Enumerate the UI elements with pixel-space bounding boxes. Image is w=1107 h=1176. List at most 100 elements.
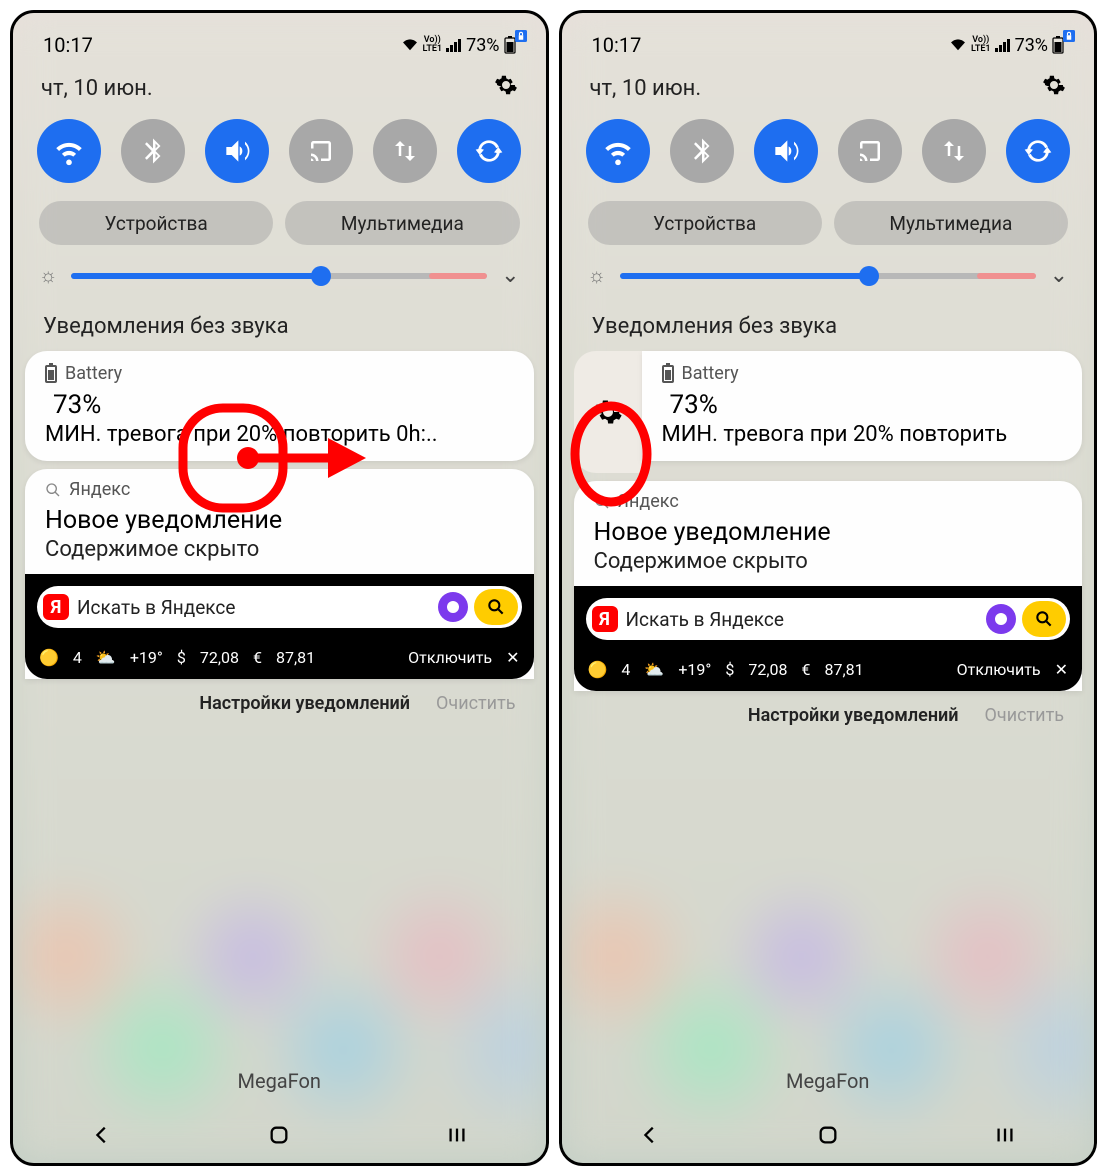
date-text: чт, 10 июн.: [41, 76, 153, 101]
yandex-info-strip: 🟡4 ⛅+19° $72,08 €87,81 Отключить ✕: [25, 640, 534, 679]
usd-icon: $: [725, 660, 734, 679]
qs-data-swap[interactable]: [373, 119, 437, 183]
alice-icon[interactable]: [438, 592, 468, 622]
home-button[interactable]: [808, 1115, 848, 1155]
search-placeholder: Искать в Яндексе: [77, 596, 438, 619]
notification-yandex[interactable]: Яндекс Новое уведомление Содержимое скры…: [574, 481, 1083, 691]
phone-screenshot-left: 10:17 Vo))LTE1 73% чт, 10 июн. Устро: [10, 10, 549, 1166]
battery-app-icon: [45, 365, 57, 383]
qs-cast[interactable]: [289, 119, 353, 183]
notif-app-name: Battery: [682, 363, 739, 384]
notification-settings-link[interactable]: Настройки уведомлений: [748, 705, 959, 726]
notification-battery[interactable]: Battery 73% МИН. тревога при 20% повтори…: [25, 351, 534, 461]
disable-button[interactable]: Отключить: [408, 648, 492, 667]
battery-pct-text: 73%: [466, 35, 499, 56]
yandex-search-box[interactable]: Я Искать в Яндексе: [586, 598, 1071, 640]
qs-wifi[interactable]: [586, 119, 650, 183]
eur-value: 87,81: [825, 660, 864, 679]
notification-yandex[interactable]: Яндекс Новое уведомление Содержимое скры…: [25, 469, 534, 679]
clear-all-button[interactable]: Очистить: [436, 693, 515, 714]
qs-sound[interactable]: [205, 119, 269, 183]
qs-data-swap[interactable]: [922, 119, 986, 183]
search-icon: [45, 482, 61, 498]
settings-gear-icon[interactable]: [494, 73, 518, 103]
close-icon[interactable]: ✕: [506, 648, 519, 667]
qs-bluetooth[interactable]: [670, 119, 734, 183]
usd-value: 72,08: [748, 660, 787, 679]
usd-icon: $: [177, 648, 186, 667]
qs-bluetooth[interactable]: [121, 119, 185, 183]
brightness-thumb[interactable]: [859, 266, 879, 286]
cell-signal-icon: [446, 38, 462, 52]
cell-signal-icon: [995, 38, 1011, 52]
media-panel-button[interactable]: Мультимедиа: [285, 201, 519, 245]
air-quality-icon: 🟡: [39, 648, 59, 667]
notif-subtitle: МИН. тревога при 20% повторить 0h:..: [45, 422, 514, 447]
volte-icon: Vo))LTE1: [971, 36, 991, 54]
settings-gear-icon[interactable]: [1042, 73, 1066, 103]
carrier-label: MegaFon: [13, 1069, 546, 1093]
notif-title: 73%: [662, 390, 1063, 420]
phone-screenshot-right: 10:17 Vo))LTE1 73% чт, 10 июн. Устро: [559, 10, 1098, 1166]
silent-section-title: Уведомления без звука: [13, 310, 546, 351]
silent-section-title: Уведомления без звука: [562, 310, 1095, 351]
status-icons: Vo))LTE1 73%: [949, 35, 1064, 56]
yandex-logo-icon: Я: [592, 606, 618, 632]
qs-sound[interactable]: [754, 119, 818, 183]
notification-battery-swiped: Battery 73% МИН. тревога при 20% повтори…: [574, 351, 1083, 473]
recents-button[interactable]: [985, 1115, 1025, 1155]
yandex-notif-sub: Содержимое скрыто: [594, 549, 1063, 574]
expand-chevron-down-icon[interactable]: ⌄: [1050, 263, 1068, 288]
back-button[interactable]: [630, 1115, 670, 1155]
weather-icon: ⛅: [644, 660, 664, 679]
disable-button[interactable]: Отключить: [957, 660, 1041, 679]
eur-icon: €: [253, 648, 262, 667]
back-button[interactable]: [82, 1115, 122, 1155]
notif-title: 73%: [45, 390, 514, 420]
devices-panel-button[interactable]: Устройства: [39, 201, 273, 245]
yandex-notif-title: Новое уведомление: [45, 506, 514, 535]
qs-rotate[interactable]: [457, 119, 521, 183]
qs-wifi[interactable]: [37, 119, 101, 183]
quick-settings-row: [13, 113, 546, 201]
search-submit-button[interactable]: [1022, 601, 1066, 637]
home-button[interactable]: [259, 1115, 299, 1155]
qs-rotate[interactable]: [1006, 119, 1070, 183]
wifi-signal-icon: [401, 38, 419, 52]
carrier-label: MegaFon: [562, 1069, 1095, 1093]
status-bar: 10:17 Vo))LTE1 73%: [562, 13, 1095, 67]
clear-all-button[interactable]: Очистить: [985, 705, 1064, 726]
clock: 10:17: [592, 33, 642, 57]
yandex-search-box[interactable]: Я Искать в Яндексе: [37, 586, 522, 628]
notif-app-name: Battery: [65, 363, 122, 384]
media-panel-button[interactable]: Мультимедиа: [834, 201, 1068, 245]
qs-cast[interactable]: [838, 119, 902, 183]
search-icon: [594, 494, 610, 510]
brightness-slider[interactable]: [71, 273, 487, 279]
yandex-search-widget: Я Искать в Яндексе: [25, 574, 534, 640]
devices-panel-button[interactable]: Устройства: [588, 201, 822, 245]
date-text: чт, 10 июн.: [590, 76, 702, 101]
recents-button[interactable]: [437, 1115, 477, 1155]
search-submit-button[interactable]: [474, 589, 518, 625]
brightness-slider[interactable]: [620, 273, 1036, 279]
battery-app-icon: [662, 365, 674, 383]
yandex-notif-sub: Содержимое скрыто: [45, 537, 514, 562]
yandex-info-strip: 🟡4 ⛅+19° $72,08 €87,81 Отключить ✕: [574, 652, 1083, 691]
weather-icon: ⛅: [96, 648, 116, 667]
search-placeholder: Искать в Яндексе: [626, 608, 987, 631]
brightness-thumb[interactable]: [311, 266, 331, 286]
yandex-app-name: Яндекс: [69, 479, 130, 500]
clock: 10:17: [43, 33, 93, 57]
close-icon[interactable]: ✕: [1055, 660, 1068, 679]
notification-settings-gear-button[interactable]: [574, 351, 642, 473]
notification-battery[interactable]: Battery 73% МИН. тревога при 20% повтори…: [642, 351, 1083, 461]
alice-icon[interactable]: [986, 604, 1016, 634]
quick-settings-row: [562, 113, 1095, 201]
wifi-signal-icon: [949, 38, 967, 52]
notification-settings-link[interactable]: Настройки уведомлений: [199, 693, 410, 714]
expand-chevron-down-icon[interactable]: ⌄: [501, 263, 519, 288]
battery-pct-text: 73%: [1015, 35, 1048, 56]
weather-value: +19°: [678, 660, 711, 679]
yandex-app-name: Яндекс: [618, 491, 679, 512]
